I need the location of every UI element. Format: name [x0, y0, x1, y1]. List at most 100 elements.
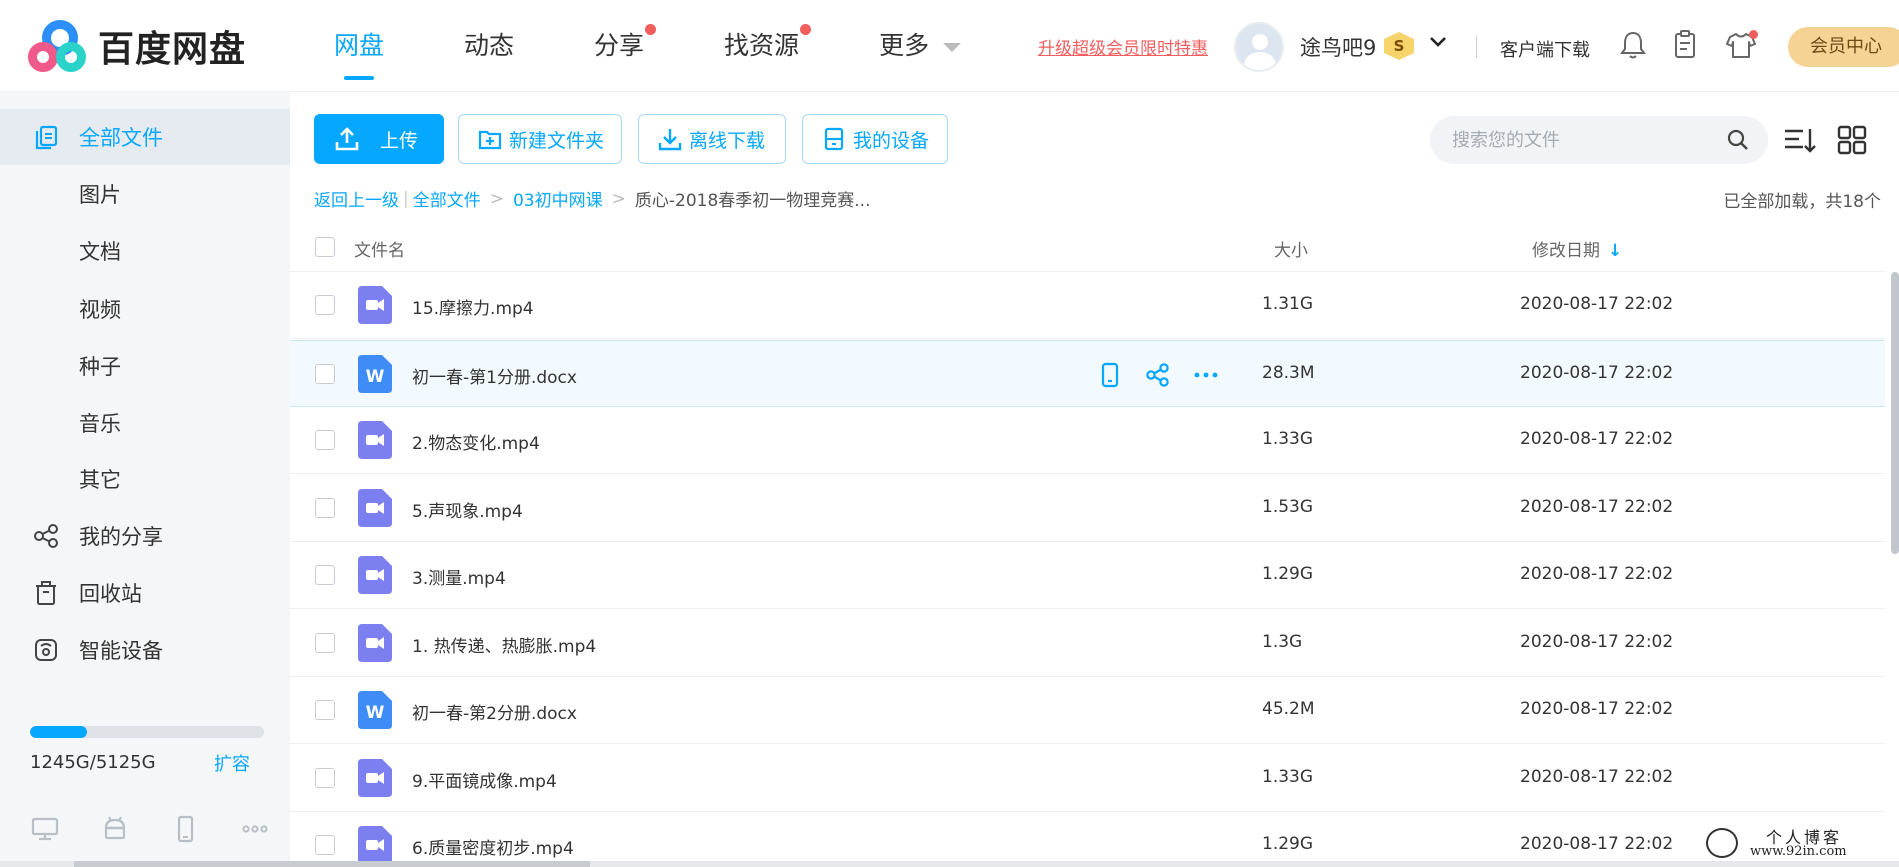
file-modified-date: 2020-08-17 22:02 — [1520, 699, 1674, 719]
file-name[interactable]: 6.质量密度初步.mp4 — [412, 834, 574, 859]
grid-view-icon[interactable] — [1834, 122, 1870, 158]
table-row[interactable]: 6.质量密度初步.mp4 1.29G 2020-08-17 22:02 — [290, 812, 1885, 867]
file-name[interactable]: 15.摩擦力.mp4 — [412, 294, 534, 319]
column-header-date[interactable]: 修改日期 ↓ — [1532, 236, 1622, 261]
sidebar-item-music[interactable]: 音乐 — [0, 395, 290, 451]
search-input[interactable] — [1452, 116, 1712, 164]
table-row[interactable]: W 初一春-第2分册.docx 45.2M 2020-08-17 22:02 — [290, 677, 1885, 744]
row-checkbox[interactable] — [315, 700, 335, 720]
row-checkbox[interactable] — [315, 835, 335, 855]
file-name[interactable]: 9.平面镜成像.mp4 — [412, 767, 557, 792]
send-to-phone-icon[interactable] — [1096, 361, 1124, 389]
folder-plus-icon — [477, 126, 503, 152]
table-row[interactable]: 5.声现象.mp4 1.53G 2020-08-17 22:02 — [290, 475, 1885, 542]
file-name[interactable]: 初一春-第1分册.docx — [412, 363, 577, 388]
file-modified-date: 2020-08-17 22:02 — [1520, 363, 1674, 383]
clipboard-icon[interactable] — [1668, 28, 1702, 62]
table-row[interactable]: 1. 热传递、热膨胀.mp4 1.3G 2020-08-17 22:02 — [290, 610, 1885, 677]
file-name[interactable]: 5.声现象.mp4 — [412, 497, 523, 522]
row-checkbox[interactable] — [315, 768, 335, 788]
expand-storage-link[interactable]: 扩容 — [214, 750, 250, 776]
nav-tab-netdisk[interactable]: 网盘 — [334, 0, 384, 92]
file-modified-date: 2020-08-17 22:02 — [1520, 497, 1674, 517]
chevron-down-icon[interactable] — [1428, 32, 1448, 57]
share-icon[interactable] — [1144, 361, 1172, 389]
sort-icon[interactable] — [1782, 122, 1818, 158]
file-size: 1.33G — [1262, 429, 1314, 449]
download-icon — [657, 126, 683, 152]
my-devices-button[interactable]: 我的设备 — [802, 114, 948, 164]
row-checkbox[interactable] — [315, 633, 335, 653]
upload-button[interactable]: 上传 — [314, 114, 444, 164]
vertical-scrollbar[interactable] — [1891, 272, 1899, 554]
android-icon[interactable] — [100, 814, 130, 844]
sidebar-item-documents[interactable]: 文档 — [0, 223, 290, 279]
share-icon — [32, 522, 60, 550]
table-row[interactable]: W 初一春-第1分册.docx 28.3M 2020-08-17 22:02 — [290, 340, 1885, 407]
sidebar-item-my-shares[interactable]: 我的分享 — [0, 508, 290, 564]
table-row[interactable]: 2.物态变化.mp4 1.33G 2020-08-17 22:02 — [290, 407, 1885, 474]
file-name[interactable]: 3.测量.mp4 — [412, 564, 506, 589]
video-file-icon — [358, 759, 392, 797]
sidebar-item-images[interactable]: 图片 — [0, 166, 290, 222]
username[interactable]: 途鸟吧9 — [1300, 32, 1376, 62]
search-icon[interactable] — [1726, 128, 1750, 152]
phone-icon[interactable] — [170, 814, 200, 844]
desktop-icon[interactable] — [30, 814, 60, 844]
bell-icon[interactable] — [1616, 28, 1650, 62]
notification-dot — [800, 24, 812, 35]
nav-tab-share[interactable]: 分享 — [594, 0, 657, 92]
nav-tab-more[interactable]: 更多 — [879, 0, 962, 92]
file-name[interactable]: 初一春-第2分册.docx — [412, 699, 577, 724]
brand-logo[interactable]: 百度网盘 — [28, 18, 246, 74]
sidebar-item-other[interactable]: 其它 — [0, 451, 290, 507]
row-checkbox[interactable] — [315, 565, 335, 585]
sidebar-item-videos[interactable]: 视频 — [0, 281, 290, 337]
client-download-link[interactable]: 客户端下载 — [1500, 36, 1590, 62]
upgrade-promo-link[interactable]: 升级超级会员限时特惠 — [1038, 34, 1208, 59]
member-center-button[interactable]: 会员中心 — [1788, 27, 1899, 67]
nav-tab-activity[interactable]: 动态 — [464, 0, 514, 92]
row-checkbox[interactable] — [315, 364, 335, 384]
breadcrumb-current-folder: 质心-2018春季初一物理竞赛... — [634, 191, 871, 211]
file-name[interactable]: 2.物态变化.mp4 — [412, 429, 540, 454]
sidebar-item-torrents[interactable]: 种子 — [0, 338, 290, 394]
table-row[interactable]: 15.摩擦力.mp4 1.31G 2020-08-17 22:02 — [290, 272, 1885, 339]
select-all-checkbox[interactable] — [315, 237, 335, 257]
column-header-size[interactable]: 大小 — [1274, 236, 1308, 261]
new-folder-button[interactable]: 新建文件夹 — [458, 114, 622, 164]
nav-tab-find-resources[interactable]: 找资源 — [724, 0, 812, 92]
header-divider — [1476, 36, 1477, 58]
cartoon-face-icon — [1706, 828, 1738, 858]
caret-down-icon — [943, 42, 962, 52]
column-header-name[interactable]: 文件名 — [354, 236, 405, 261]
user-avatar[interactable] — [1234, 22, 1284, 72]
top-header: 百度网盘 网盘 动态 分享 找资源 更多 升级超级会员限时特惠 途鸟吧9 S 客… — [0, 0, 1899, 92]
breadcrumb-back-link[interactable]: 返回上一级 — [314, 186, 399, 211]
sidebar-item-recycle-bin[interactable]: 回收站 — [0, 565, 290, 621]
tshirt-icon[interactable] — [1724, 28, 1758, 62]
row-checkbox[interactable] — [315, 498, 335, 518]
sidebar-item-smart-devices[interactable]: 智能设备 — [0, 622, 290, 678]
sidebar-item-all-files[interactable]: 全部文件 — [0, 109, 290, 165]
breadcrumb-item-folder[interactable]: 03初中网课 — [513, 186, 603, 211]
more-options-icon[interactable] — [1192, 361, 1220, 389]
row-checkbox[interactable] — [315, 430, 335, 450]
more-icon[interactable] — [240, 814, 270, 844]
file-name[interactable]: 1. 热传递、热膨胀.mp4 — [412, 632, 596, 657]
horizontal-scrollbar-thumb[interactable] — [74, 861, 590, 867]
offline-download-button[interactable]: 离线下载 — [638, 114, 786, 164]
file-modified-date: 2020-08-17 22:02 — [1520, 632, 1674, 652]
table-row[interactable]: 3.测量.mp4 1.29G 2020-08-17 22:02 — [290, 542, 1885, 609]
breadcrumb-item-all-files[interactable]: 全部文件 — [413, 186, 481, 211]
word-file-icon: W — [358, 355, 392, 393]
file-size: 1.53G — [1262, 497, 1314, 517]
table-row[interactable]: 9.平面镜成像.mp4 1.33G 2020-08-17 22:02 — [290, 745, 1885, 812]
notification-dot — [1749, 30, 1758, 39]
brand-name: 百度网盘 — [98, 29, 247, 70]
notification-dot — [645, 24, 657, 35]
file-modified-date: 2020-08-17 22:02 — [1520, 564, 1674, 584]
loaded-count-text: 已全部加载，共18个 — [1723, 192, 1881, 212]
file-size: 1.29G — [1262, 834, 1314, 854]
row-checkbox[interactable] — [315, 295, 335, 315]
